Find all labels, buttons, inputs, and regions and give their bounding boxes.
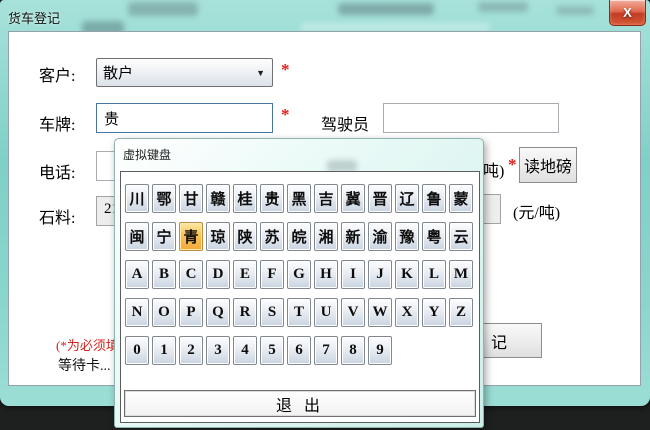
keyboard-key[interactable]: 粤: [422, 222, 446, 251]
background-blur: [478, 2, 528, 12]
virtual-keyboard-dialog: 虚拟键盘 川鄂甘赣桂贵黑吉冀晋辽鲁蒙闽宁青琼陕苏皖湘新渝豫粤云ABCDEFGHI…: [114, 138, 484, 428]
keyboard-key[interactable]: F: [260, 260, 284, 289]
background-blur: [556, 6, 594, 15]
keyboard-key[interactable]: K: [395, 260, 419, 289]
keyboard-key[interactable]: 7: [314, 336, 338, 365]
keyboard-row: 川鄂甘赣桂贵黑吉冀晋辽鲁蒙: [125, 184, 473, 213]
keyboard-grid: 川鄂甘赣桂贵黑吉冀晋辽鲁蒙闽宁青琼陕苏皖湘新渝豫粤云ABCDEFGHIJKLMN…: [125, 184, 473, 374]
keyboard-key[interactable]: X: [395, 298, 419, 327]
plate-label: 车牌:: [39, 111, 75, 135]
keyboard-key[interactable]: 4: [233, 336, 257, 365]
weight-required-mark: *: [508, 155, 517, 175]
keyboard-key[interactable]: 吉: [314, 184, 338, 213]
keyboard-key[interactable]: H: [314, 260, 338, 289]
virtual-keyboard-title: 虚拟键盘: [123, 146, 171, 163]
keyboard-key[interactable]: R: [233, 298, 257, 327]
keyboard-key[interactable]: 冀: [341, 184, 365, 213]
background-blur: [300, 23, 490, 31]
keyboard-key[interactable]: 鲁: [422, 184, 446, 213]
chevron-down-icon: ▼: [256, 68, 265, 78]
keyboard-key[interactable]: B: [152, 260, 176, 289]
waiting-card-text: 等待卡...: [58, 355, 111, 375]
keyboard-key[interactable]: 豫: [395, 222, 419, 251]
phone-label: 电话:: [39, 159, 75, 183]
keyboard-key[interactable]: 2: [179, 336, 203, 365]
background-blur: [338, 3, 434, 15]
keyboard-key[interactable]: 陕: [233, 222, 257, 251]
customer-required-mark: *: [281, 60, 290, 80]
keyboard-row: ABCDEFGHIJKLM: [125, 260, 473, 289]
keyboard-key[interactable]: P: [179, 298, 203, 327]
keyboard-key[interactable]: Y: [422, 298, 446, 327]
keyboard-key[interactable]: 湘: [314, 222, 338, 251]
keyboard-key[interactable]: 皖: [287, 222, 311, 251]
keyboard-key[interactable]: S: [260, 298, 284, 327]
keyboard-key[interactable]: A: [125, 260, 149, 289]
keyboard-key[interactable]: C: [179, 260, 203, 289]
keyboard-key[interactable]: 0: [125, 336, 149, 365]
keyboard-key[interactable]: L: [422, 260, 446, 289]
keyboard-key[interactable]: 琼: [206, 222, 230, 251]
keyboard-key[interactable]: 5: [260, 336, 284, 365]
keyboard-key[interactable]: M: [449, 260, 473, 289]
read-weighbridge-button[interactable]: 读地磅: [519, 147, 577, 183]
close-button[interactable]: X: [609, 0, 646, 26]
customer-value: 散户: [103, 62, 133, 83]
keyboard-key[interactable]: Z: [449, 298, 473, 327]
keyboard-key[interactable]: 辽: [395, 184, 419, 213]
keyboard-key[interactable]: 晋: [368, 184, 392, 213]
plate-required-mark: *: [281, 105, 290, 125]
keyboard-key[interactable]: 3: [206, 336, 230, 365]
keyboard-key[interactable]: O: [152, 298, 176, 327]
keyboard-key[interactable]: 1: [152, 336, 176, 365]
keyboard-row: 闽宁青琼陕苏皖湘新渝豫粤云: [125, 222, 473, 251]
keyboard-key[interactable]: 新: [341, 222, 365, 251]
keyboard-key[interactable]: 蒙: [449, 184, 473, 213]
keyboard-key[interactable]: 闽: [125, 222, 149, 251]
keyboard-key[interactable]: 6: [287, 336, 311, 365]
customer-label: 客户:: [39, 62, 75, 86]
keyboard-key[interactable]: 宁: [152, 222, 176, 251]
plate-input[interactable]: 贵: [96, 103, 273, 133]
keyboard-key[interactable]: 鄂: [152, 184, 176, 213]
keyboard-key[interactable]: D: [206, 260, 230, 289]
keyboard-key[interactable]: 8: [341, 336, 365, 365]
keyboard-row: 0123456789: [125, 336, 473, 365]
background-blur: [128, 2, 198, 16]
keyboard-key[interactable]: 川: [125, 184, 149, 213]
keyboard-key[interactable]: 9: [368, 336, 392, 365]
keyboard-key[interactable]: 苏: [260, 222, 284, 251]
price-unit-label: (元/吨): [513, 199, 560, 223]
keyboard-key[interactable]: Q: [206, 298, 230, 327]
keyboard-key[interactable]: 贵: [260, 184, 284, 213]
keyboard-key[interactable]: 渝: [368, 222, 392, 251]
keyboard-key[interactable]: 赣: [206, 184, 230, 213]
keyboard-key[interactable]: 桂: [233, 184, 257, 213]
keyboard-key[interactable]: E: [233, 260, 257, 289]
stone-label: 石料:: [39, 204, 75, 228]
keyboard-body: 川鄂甘赣桂贵黑吉冀晋辽鲁蒙闽宁青琼陕苏皖湘新渝豫粤云ABCDEFGHIJKLMN…: [120, 171, 480, 423]
weight-unit-label: 吨): [483, 157, 504, 181]
driver-label: 驾驶员: [321, 111, 369, 135]
keyboard-row: NOPQRSTUVWXYZ: [125, 298, 473, 327]
keyboard-key[interactable]: 甘: [179, 184, 203, 213]
customer-dropdown[interactable]: 散户 ▼: [96, 58, 273, 87]
keyboard-key[interactable]: U: [314, 298, 338, 327]
keyboard-key[interactable]: 青: [179, 222, 203, 251]
keyboard-key[interactable]: G: [287, 260, 311, 289]
keyboard-key[interactable]: V: [341, 298, 365, 327]
keyboard-key[interactable]: T: [287, 298, 311, 327]
keyboard-key[interactable]: I: [341, 260, 365, 289]
keyboard-key[interactable]: J: [368, 260, 392, 289]
keyboard-key[interactable]: 云: [449, 222, 473, 251]
window-title: 货车登记: [8, 8, 60, 27]
keyboard-exit-button[interactable]: 退 出: [124, 390, 476, 417]
keyboard-key[interactable]: W: [368, 298, 392, 327]
keyboard-key[interactable]: 黑: [287, 184, 311, 213]
keyboard-key[interactable]: N: [125, 298, 149, 327]
driver-input[interactable]: [383, 103, 559, 133]
close-icon: X: [623, 6, 632, 19]
